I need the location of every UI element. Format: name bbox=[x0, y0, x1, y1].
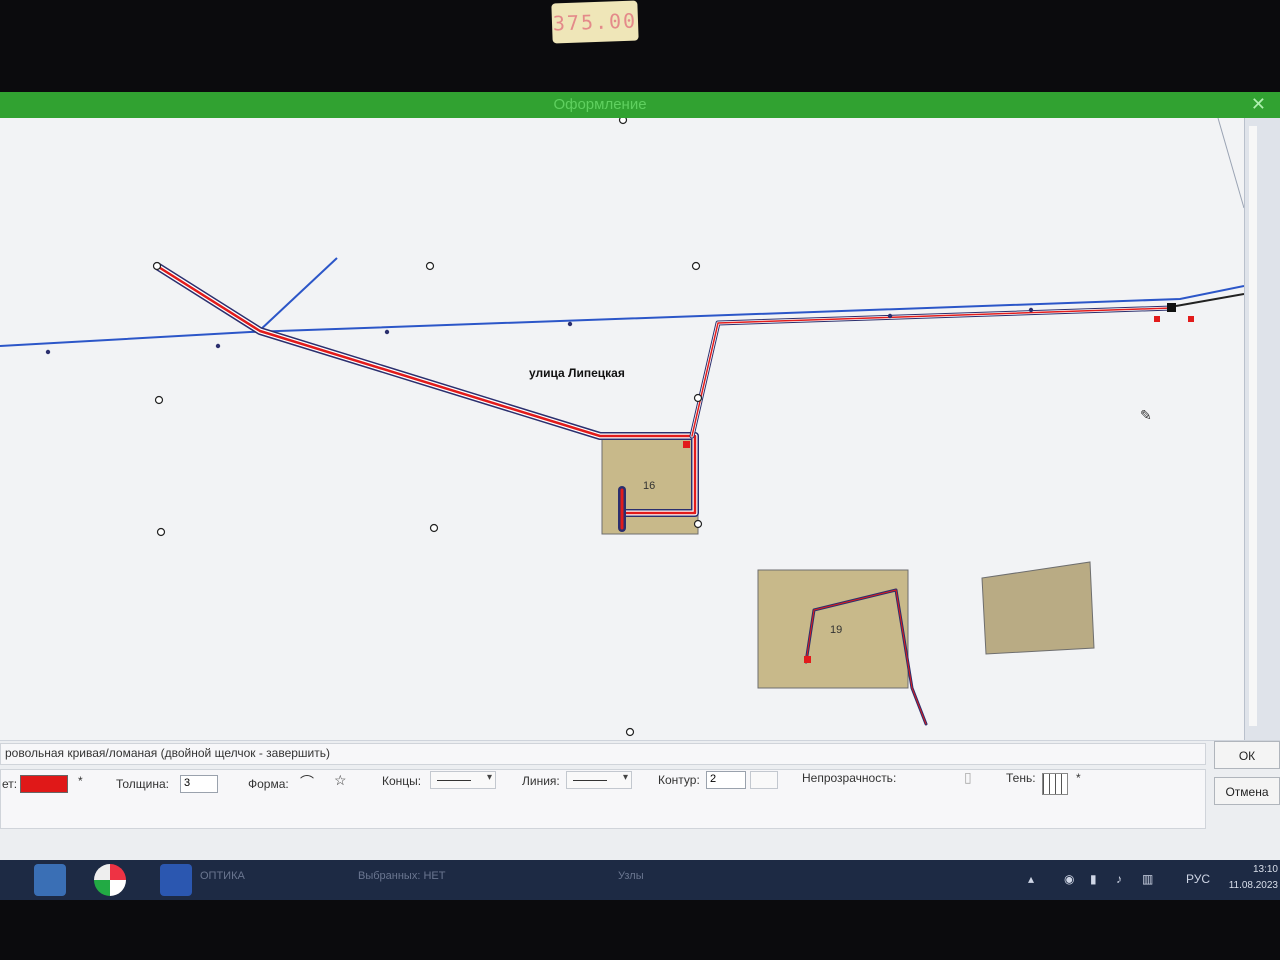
map-canvas[interactable]: ✎ улица Липецкая 16 19 bbox=[0, 118, 1244, 740]
network-icon[interactable]: ◉ bbox=[1064, 872, 1074, 886]
shadow-asterisk: * bbox=[1076, 771, 1081, 785]
pencil-cursor-icon: ✎ bbox=[1140, 408, 1152, 424]
price-sticker: 375.00 bbox=[551, 0, 639, 44]
junction-box-icon bbox=[1167, 303, 1176, 312]
ends-select[interactable]: ▾ bbox=[430, 771, 496, 789]
shape-label: Форма: bbox=[248, 777, 289, 791]
contour-label: Контур: bbox=[658, 773, 700, 787]
selected-status: Выбранных: НЕТ bbox=[358, 870, 446, 882]
taskbar: ОПТИКА Выбранных: НЕТ Узлы ▴ ◉ ▮ ♪ ▥ РУС… bbox=[0, 860, 1280, 900]
plot-number-19: 19 bbox=[830, 624, 843, 636]
curve-shape-icon[interactable]: ⌒ bbox=[300, 772, 314, 792]
title-bar: Оформление ✕ bbox=[0, 92, 1280, 118]
plot-right bbox=[981, 561, 1095, 655]
editor-window: Оформление ✕ ✎ улица Липецкая 16 19 рово… bbox=[0, 92, 1280, 900]
chevron-down-icon: ▾ bbox=[486, 772, 492, 783]
street-branch-line bbox=[257, 257, 338, 333]
tool-hint: ровольная кривая/ломаная (двойной щелчок… bbox=[0, 743, 1206, 765]
clock-time: 13:10 bbox=[1252, 864, 1278, 875]
layer-status: ОПТИКА bbox=[200, 870, 245, 882]
scroll-track[interactable] bbox=[1249, 126, 1257, 726]
opacity-slider[interactable]: ▯ bbox=[964, 769, 972, 786]
line-style-select[interactable]: ▾ bbox=[566, 771, 632, 789]
street-boundary-line bbox=[1217, 118, 1244, 209]
chevron-down-icon: ▾ bbox=[622, 772, 628, 783]
database-app-icon[interactable] bbox=[160, 864, 192, 896]
map-drawing: ✎ bbox=[0, 118, 1244, 737]
plot-number-16: 16 bbox=[643, 480, 656, 492]
language-indicator[interactable]: РУС bbox=[1186, 872, 1210, 886]
battery-icon[interactable]: ▮ bbox=[1090, 872, 1097, 886]
close-icon[interactable]: ✕ bbox=[1251, 94, 1266, 115]
signal-icon[interactable]: ▥ bbox=[1142, 872, 1153, 886]
ends-line-preview bbox=[437, 780, 471, 781]
window-title: Оформление bbox=[553, 96, 647, 113]
map-app-icon[interactable] bbox=[94, 864, 126, 896]
shadow-label: Тень: bbox=[1006, 771, 1036, 785]
ends-label: Концы: bbox=[382, 774, 422, 788]
line-style-preview bbox=[573, 780, 607, 781]
shadow-grid-icon[interactable] bbox=[1042, 773, 1068, 795]
thickness-stepper[interactable]: 3 bbox=[180, 775, 218, 793]
color-asterisk: * bbox=[78, 774, 83, 788]
line-label: Линия: bbox=[522, 774, 560, 788]
clock-date: 11.08.2023 bbox=[1228, 880, 1278, 891]
cancel-button[interactable]: Отмена bbox=[1214, 777, 1280, 805]
vertical-scrollbar[interactable] bbox=[1244, 118, 1280, 740]
thickness-label: Толщина: bbox=[116, 777, 170, 791]
contour-stepper[interactable]: 2 bbox=[706, 771, 746, 789]
clock[interactable]: 13:10 11.08.2023 bbox=[1229, 862, 1278, 894]
street-label: улица Липецкая bbox=[529, 366, 625, 380]
street-line bbox=[0, 285, 1244, 347]
drawing-tool-panel: ровольная кривая/ломаная (двойной щелчок… bbox=[0, 740, 1280, 860]
nodes-status: Узлы bbox=[618, 870, 644, 882]
street-points bbox=[45, 307, 1034, 355]
color-swatch[interactable] bbox=[20, 775, 68, 793]
document-app-icon[interactable] bbox=[34, 864, 66, 896]
ok-button[interactable]: ОК bbox=[1214, 741, 1280, 769]
system-tray: ▴ ◉ ▮ ♪ ▥ РУС 13:10 11.08.2023 bbox=[1020, 860, 1280, 900]
opacity-label: Непрозрачность: bbox=[802, 771, 897, 785]
volume-icon[interactable]: ♪ bbox=[1116, 872, 1122, 886]
contour-color-select[interactable] bbox=[750, 771, 778, 789]
polygon-shape-icon[interactable]: ☆ bbox=[334, 772, 347, 789]
right-edge-cable bbox=[1175, 293, 1244, 307]
color-label: ет: bbox=[2, 777, 18, 791]
chevron-up-icon[interactable]: ▴ bbox=[1028, 872, 1034, 886]
